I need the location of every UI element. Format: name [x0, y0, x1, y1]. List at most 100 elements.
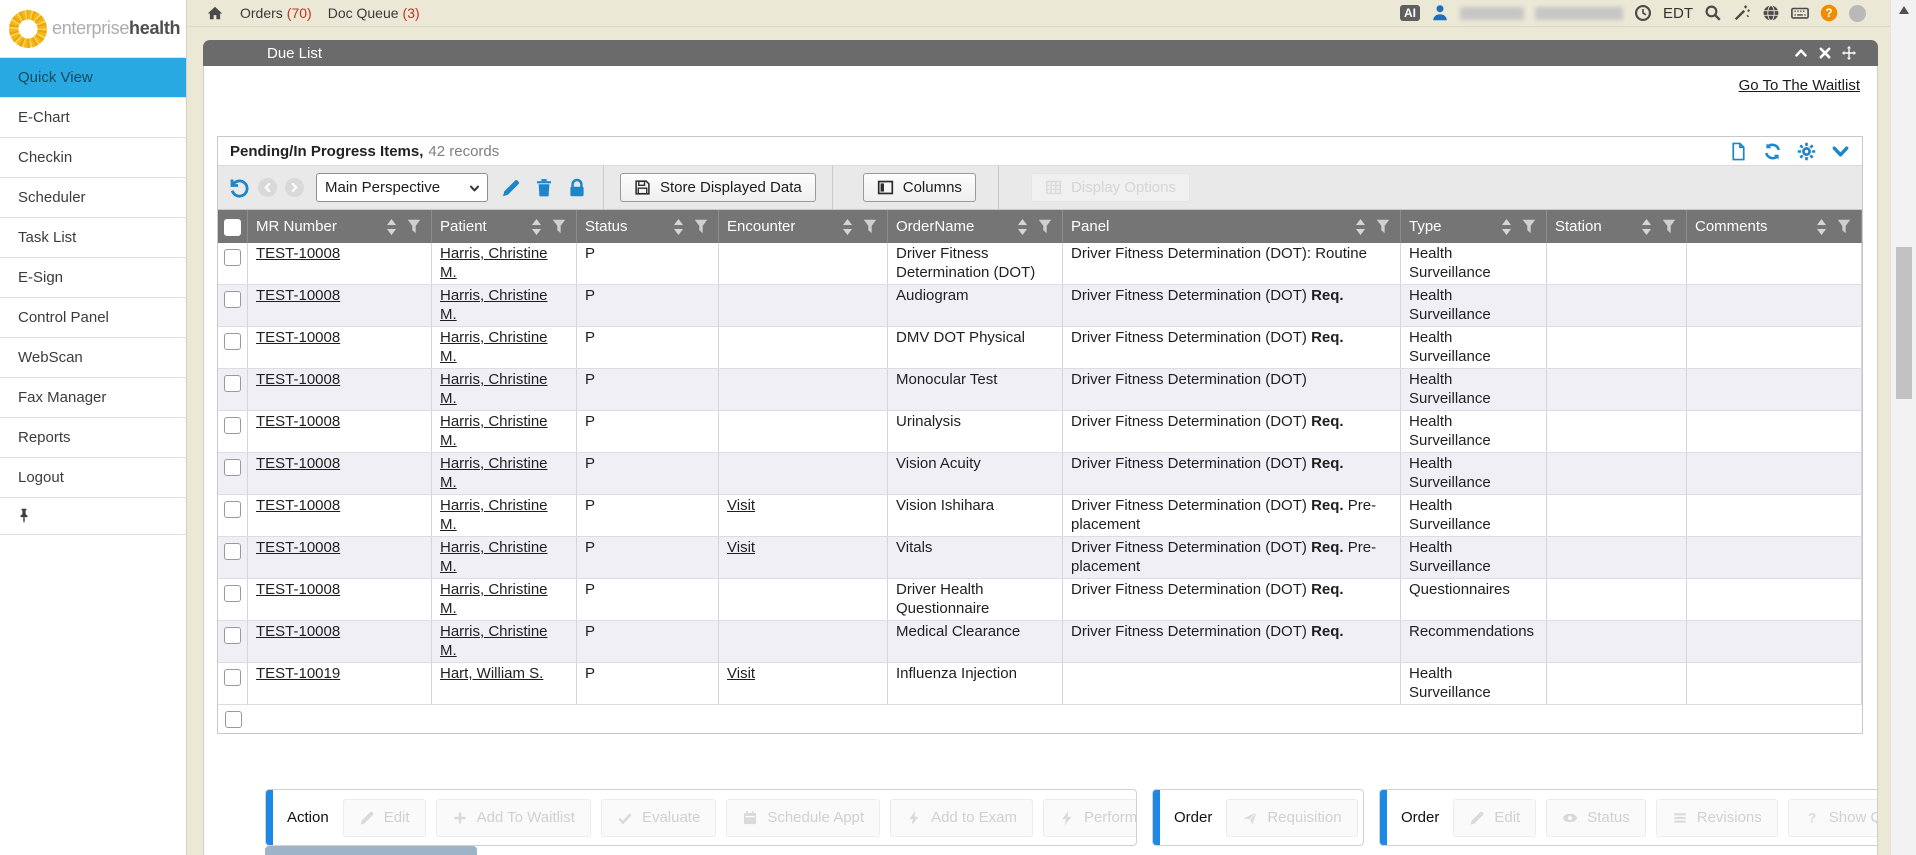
sidebar-item-logout[interactable]: Logout [0, 457, 186, 497]
go-to-waitlist-link[interactable]: Go To The Waitlist [1739, 77, 1860, 94]
scrollbar-thumb[interactable] [1896, 247, 1912, 399]
home-icon[interactable] [206, 4, 224, 22]
mr-link[interactable]: TEST-10008 [256, 413, 340, 430]
visit-link[interactable]: Visit [727, 539, 755, 556]
mr-link[interactable]: TEST-10008 [256, 287, 340, 304]
store-displayed-data-button[interactable]: Store Displayed Data [620, 173, 816, 202]
new-document-icon[interactable] [1729, 142, 1748, 161]
patient-link[interactable]: Harris, Christine M. [440, 497, 548, 533]
sort-icon[interactable] [1016, 219, 1029, 234]
row-checkbox[interactable] [224, 459, 241, 476]
sidebar-item-e-chart[interactable]: E-Chart [0, 97, 186, 137]
row-checkbox[interactable] [224, 585, 241, 602]
mr-link[interactable]: TEST-10008 [256, 371, 340, 388]
mr-link[interactable]: TEST-10008 [256, 581, 340, 598]
lock-icon[interactable] [567, 178, 587, 198]
footer-select-checkbox[interactable] [225, 711, 242, 728]
sort-icon[interactable] [530, 219, 543, 234]
chevron-down-icon[interactable] [1831, 142, 1850, 161]
table-row: TEST-10008Harris, Christine M.PDriver He… [218, 579, 1862, 621]
select-all-checkbox[interactable] [224, 219, 241, 236]
close-icon[interactable] [1818, 46, 1832, 60]
delete-perspective-icon[interactable] [534, 178, 554, 198]
mr-link[interactable]: TEST-10008 [256, 497, 340, 514]
sort-icon[interactable] [841, 219, 854, 234]
filter-funnel-icon[interactable] [1522, 219, 1536, 234]
sidebar-pin-row[interactable] [0, 497, 186, 535]
search-icon[interactable] [1704, 4, 1722, 22]
patient-link[interactable]: Harris, Christine M. [440, 581, 548, 617]
sort-icon[interactable] [1500, 219, 1513, 234]
row-checkbox[interactable] [224, 627, 241, 644]
columns-button[interactable]: Columns [863, 173, 976, 202]
sort-icon[interactable] [385, 219, 398, 234]
mr-link[interactable]: TEST-10008 [256, 455, 340, 472]
patient-link[interactable]: Harris, Christine M. [440, 245, 548, 281]
mr-link[interactable]: TEST-10008 [256, 623, 340, 640]
globe-icon[interactable] [1762, 4, 1780, 22]
perspective-select[interactable]: Main Perspective [316, 173, 488, 202]
row-checkbox[interactable] [224, 333, 241, 350]
filter-funnel-icon[interactable] [1837, 219, 1851, 234]
patient-link[interactable]: Harris, Christine M. [440, 539, 548, 575]
wand-icon[interactable] [1733, 4, 1751, 22]
filter-funnel-icon[interactable] [1038, 219, 1052, 234]
patient-link[interactable]: Harris, Christine M. [440, 371, 548, 407]
user-icon[interactable] [1431, 4, 1449, 22]
help-icon[interactable]: ? [1820, 4, 1838, 22]
sidebar-item-task-list[interactable]: Task List [0, 217, 186, 257]
nav-orders[interactable]: Orders (70) [240, 5, 312, 21]
patient-link[interactable]: Hart, William S. [440, 665, 543, 682]
keyboard-icon[interactable] [1791, 4, 1809, 22]
filter-funnel-icon[interactable] [552, 219, 566, 234]
visit-link[interactable]: Visit [727, 665, 755, 682]
ai-badge[interactable]: AI [1400, 5, 1420, 21]
sidebar-item-quick-view[interactable]: Quick View [0, 57, 186, 97]
row-checkbox[interactable] [224, 249, 241, 266]
row-checkbox[interactable] [224, 417, 241, 434]
sort-icon[interactable] [1815, 219, 1828, 234]
sidebar-item-reports[interactable]: Reports [0, 417, 186, 457]
refresh-icon[interactable] [1763, 142, 1782, 161]
window-titlebar[interactable]: Due List [203, 40, 1878, 66]
sort-icon[interactable] [1354, 219, 1367, 234]
sidebar-item-webscan[interactable]: WebScan [0, 337, 186, 377]
patient-link[interactable]: Harris, Christine M. [440, 287, 548, 323]
mr-link[interactable]: TEST-10008 [256, 245, 340, 262]
filter-funnel-icon[interactable] [863, 219, 877, 234]
filter-funnel-icon[interactable] [1662, 219, 1676, 234]
filter-funnel-icon[interactable] [694, 219, 708, 234]
edit-button: Edit [343, 799, 426, 837]
sidebar-item-control-panel[interactable]: Control Panel [0, 297, 186, 337]
row-checkbox[interactable] [224, 501, 241, 518]
undo-icon[interactable] [228, 177, 250, 199]
row-checkbox[interactable] [224, 543, 241, 560]
sidebar-item-e-sign[interactable]: E-Sign [0, 257, 186, 297]
mr-link[interactable]: TEST-10008 [256, 539, 340, 556]
nav-doc-queue[interactable]: Doc Queue (3) [328, 5, 420, 21]
scrollbar-up-arrow-icon[interactable] [1899, 6, 1909, 14]
avatar[interactable] [1849, 5, 1866, 22]
sidebar-item-scheduler[interactable]: Scheduler [0, 177, 186, 217]
gear-icon[interactable] [1797, 142, 1816, 161]
row-checkbox[interactable] [224, 669, 241, 686]
mr-link[interactable]: TEST-10008 [256, 329, 340, 346]
sort-icon[interactable] [1640, 219, 1653, 234]
sort-icon[interactable] [672, 219, 685, 234]
row-checkbox[interactable] [224, 375, 241, 392]
patient-link[interactable]: Harris, Christine M. [440, 329, 548, 365]
patient-link[interactable]: Harris, Christine M. [440, 413, 548, 449]
vertical-scrollbar[interactable] [1890, 0, 1916, 855]
move-icon[interactable] [1842, 46, 1856, 60]
mr-link[interactable]: TEST-10019 [256, 665, 340, 682]
filter-funnel-icon[interactable] [1376, 219, 1390, 234]
collapse-icon[interactable] [1794, 46, 1808, 60]
sidebar-item-checkin[interactable]: Checkin [0, 137, 186, 177]
patient-link[interactable]: Harris, Christine M. [440, 455, 548, 491]
edit-perspective-icon[interactable] [501, 178, 521, 198]
visit-link[interactable]: Visit [727, 497, 755, 514]
filter-funnel-icon[interactable] [407, 219, 421, 234]
row-checkbox[interactable] [224, 291, 241, 308]
patient-link[interactable]: Harris, Christine M. [440, 623, 548, 659]
sidebar-item-fax-manager[interactable]: Fax Manager [0, 377, 186, 417]
